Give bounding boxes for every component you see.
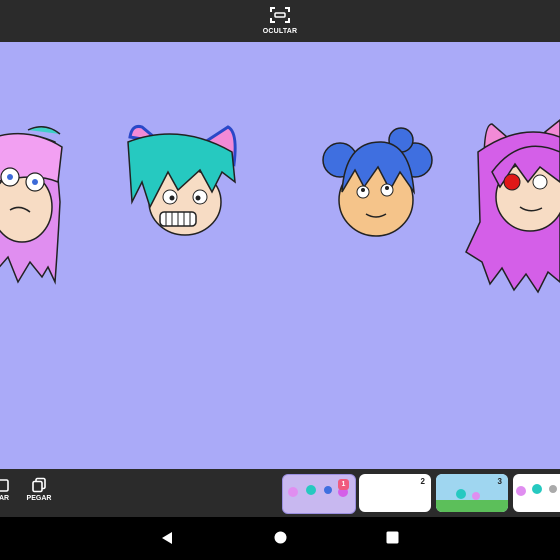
frame-thumbnail-2[interactable]: 2	[359, 474, 431, 512]
recents-icon[interactable]	[386, 531, 399, 544]
drawing-canvas[interactable]	[0, 42, 560, 469]
frame-thumbnail-1[interactable]: 1	[282, 474, 356, 514]
hide-button[interactable]: OCULTAR	[258, 4, 302, 38]
paste-label: PEGAR	[26, 495, 52, 502]
hide-button-label: OCULTAR	[262, 28, 298, 35]
frame-number-3: 3	[497, 477, 502, 486]
copy-icon	[0, 479, 9, 492]
copy-label: AR	[0, 495, 10, 502]
paste-button[interactable]: PEGAR	[26, 477, 52, 502]
character-purple-right	[465, 119, 560, 294]
system-navigation-bar	[0, 517, 560, 560]
drawing-artwork	[0, 119, 560, 294]
top-toolbar: OCULTAR	[0, 0, 560, 42]
character-teal-cat	[127, 125, 237, 236]
bottom-toolbar: AR PEGAR 1 2 3	[0, 469, 560, 517]
hide-icon	[270, 7, 290, 23]
back-icon[interactable]	[160, 531, 174, 545]
frame-thumbnail-3[interactable]: 3	[436, 474, 508, 512]
frame-number-1: 1	[338, 479, 349, 490]
character-pink-left	[0, 126, 63, 285]
home-icon[interactable]	[274, 531, 287, 544]
paste-icon	[32, 477, 46, 493]
copy-button[interactable]: AR	[0, 477, 16, 502]
frame-preview-4	[516, 484, 557, 496]
character-blue-buns	[322, 127, 433, 237]
frame-thumbnail-4[interactable]	[513, 474, 560, 512]
frame-number-2: 2	[420, 477, 425, 486]
